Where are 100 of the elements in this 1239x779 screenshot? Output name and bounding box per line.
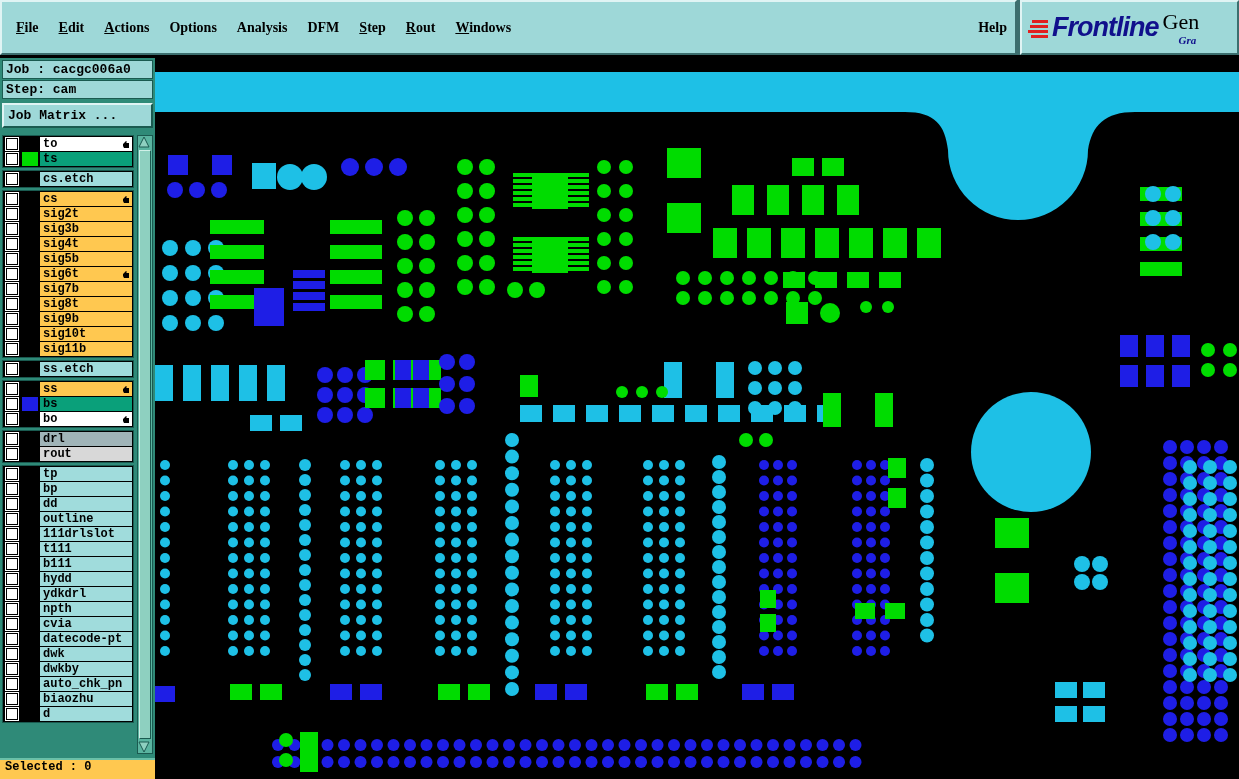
layer-checkbox[interactable]	[6, 193, 18, 205]
product-tagline: Gra	[1178, 33, 1197, 46]
hand-pointer-icon	[122, 384, 130, 394]
layer-checkbox[interactable]	[6, 648, 18, 660]
layer-name[interactable]: bs	[40, 397, 132, 411]
layer-name[interactable]: cs	[40, 192, 132, 206]
layer-checkbox[interactable]	[6, 253, 18, 265]
layer-name[interactable]: sig4t	[40, 237, 132, 251]
layer-name-text: dwkby	[43, 662, 79, 676]
layer-name[interactable]: 111drlslot	[40, 527, 132, 541]
layer-name-text: sig8t	[43, 297, 79, 311]
layer-checkbox[interactable]	[6, 343, 18, 355]
layer-name[interactable]: sig9b	[40, 312, 132, 326]
layer-checkbox[interactable]	[6, 413, 18, 425]
layer-name-text: npth	[43, 602, 72, 616]
scrollbar[interactable]	[137, 135, 153, 754]
layer-name[interactable]: ts	[40, 152, 132, 166]
layer-checkbox[interactable]	[6, 173, 18, 185]
layer-name[interactable]: sig11b	[40, 342, 132, 356]
layer-name-text: d	[43, 707, 51, 721]
layer-name[interactable]: dwkby	[40, 662, 132, 676]
layer-name[interactable]: ss.etch	[40, 362, 132, 376]
layer-checkbox[interactable]	[6, 298, 18, 310]
layer-checkbox[interactable]	[6, 448, 18, 460]
layer-checkbox[interactable]	[6, 633, 18, 645]
layer-checkbox[interactable]	[6, 138, 18, 150]
menu-item[interactable]: Windows	[455, 19, 512, 36]
layer-name[interactable]: ydkdrl	[40, 587, 132, 601]
layer-checkbox[interactable]	[6, 383, 18, 395]
layer-name[interactable]: t111	[40, 542, 132, 556]
layer-name-text: sig4t	[43, 237, 79, 251]
layer-name[interactable]: sig6t	[40, 267, 132, 281]
layer-checkbox[interactable]	[6, 588, 18, 600]
layer-checkbox[interactable]	[6, 238, 18, 250]
layer-checkbox[interactable]	[6, 153, 18, 165]
layer-name[interactable]: tp	[40, 467, 132, 481]
layer-name[interactable]: ss	[40, 382, 132, 396]
layer-checkbox[interactable]	[6, 693, 18, 705]
layer-checkbox[interactable]	[6, 483, 18, 495]
layer-name[interactable]: b111	[40, 557, 132, 571]
layer-checkbox[interactable]	[6, 678, 18, 690]
menu-item[interactable]: Options	[169, 19, 217, 36]
menu-item[interactable]: DFM	[307, 19, 340, 36]
menu-item[interactable]: File	[16, 19, 39, 36]
layer-name[interactable]: cvia	[40, 617, 132, 631]
layer-checkbox[interactable]	[6, 208, 18, 220]
layer-name-text: sig2t	[43, 207, 79, 221]
job-matrix-button[interactable]: Job Matrix ...	[2, 103, 153, 128]
layer-name[interactable]: sig3b	[40, 222, 132, 236]
layer-name-text: sig7b	[43, 282, 79, 296]
layer-name-text: ydkdrl	[43, 587, 87, 601]
menu-item[interactable]: Edit	[58, 19, 85, 36]
scroll-up-icon[interactable]	[138, 136, 150, 148]
layer-checkbox[interactable]	[6, 223, 18, 235]
layer-name[interactable]: outline	[40, 512, 132, 526]
menu-item[interactable]: Analysis	[236, 19, 288, 36]
layer-checkbox[interactable]	[6, 618, 18, 630]
layer-name[interactable]: drl	[40, 432, 132, 446]
layer-checkbox[interactable]	[6, 313, 18, 325]
layer-name[interactable]: sig2t	[40, 207, 132, 221]
layer-name[interactable]: sig10t	[40, 327, 132, 341]
layer-name[interactable]: sig8t	[40, 297, 132, 311]
layer-checkbox[interactable]	[6, 498, 18, 510]
menu-item[interactable]: Step	[359, 19, 386, 36]
layer-name[interactable]: d	[40, 707, 132, 721]
scrollbar-thumb[interactable]	[139, 150, 151, 739]
layer-checkbox[interactable]	[6, 528, 18, 540]
layer-checkbox[interactable]	[6, 558, 18, 570]
layer-name[interactable]: npth	[40, 602, 132, 616]
layer-name[interactable]: sig7b	[40, 282, 132, 296]
menu-item[interactable]: Actions	[104, 19, 150, 36]
layer-name-text: sig11b	[43, 342, 87, 356]
layer-checkbox[interactable]	[6, 708, 18, 720]
layer-name[interactable]: dd	[40, 497, 132, 511]
layer-checkbox[interactable]	[6, 603, 18, 615]
layer-checkbox[interactable]	[6, 398, 18, 410]
layer-name[interactable]: rout	[40, 447, 132, 461]
layer-checkbox[interactable]	[6, 328, 18, 340]
layer-checkbox[interactable]	[6, 363, 18, 375]
layer-checkbox[interactable]	[6, 283, 18, 295]
layer-checkbox[interactable]	[6, 543, 18, 555]
layer-checkbox[interactable]	[6, 468, 18, 480]
layer-checkbox[interactable]	[6, 663, 18, 675]
layer-name[interactable]: hydd	[40, 572, 132, 586]
menu-item[interactable]: Rout	[405, 19, 436, 36]
layer-name[interactable]: bo	[40, 412, 132, 426]
layer-checkbox[interactable]	[6, 573, 18, 585]
layer-name-text: tp	[43, 467, 58, 481]
layer-checkbox[interactable]	[6, 513, 18, 525]
layer-name[interactable]: cs.etch	[40, 172, 132, 186]
layer-name[interactable]: to	[40, 137, 132, 151]
layer-checkbox[interactable]	[6, 268, 18, 280]
layer-name[interactable]: bp	[40, 482, 132, 496]
help-menu[interactable]: Help	[978, 19, 1007, 36]
layer-name-text: 111drlslot	[43, 527, 115, 541]
layer-checkbox[interactable]	[6, 433, 18, 445]
layer-name[interactable]: dwk	[40, 647, 132, 661]
layer-name[interactable]: biaozhu	[40, 692, 132, 706]
scroll-down-icon[interactable]	[138, 741, 150, 753]
layer-name[interactable]: sig5b	[40, 252, 132, 266]
